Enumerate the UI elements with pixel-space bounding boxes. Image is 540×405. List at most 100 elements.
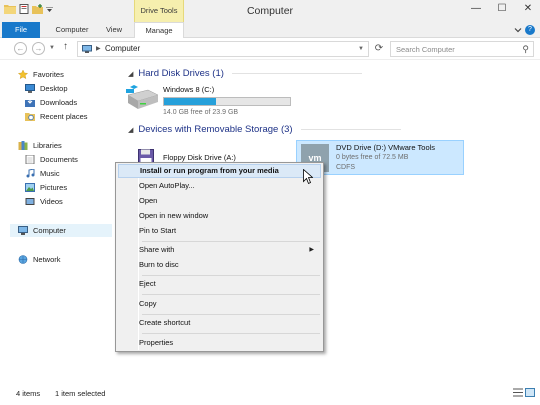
sidebar-item-documents[interactable]: Documents (25, 153, 78, 166)
drive-filesystem: CDFS (336, 164, 356, 171)
desktop-icon (25, 84, 35, 93)
navigation-bar: ← → ▼ ↑ ▶ Computer ▼ ⟳ Search Computer ⚲ (0, 38, 540, 60)
help-icon[interactable]: ? (525, 25, 535, 35)
expand-ribbon-icon[interactable] (514, 26, 522, 34)
sidebar-item-music[interactable]: Music (25, 167, 60, 180)
status-item-count: 4 items (16, 389, 41, 398)
group-header-hard-disk-drives[interactable]: ◢ Hard Disk Drives (1) (128, 68, 362, 79)
sidebar-item-pictures[interactable]: Pictures (25, 181, 67, 194)
address-bar[interactable]: ▶ Computer ▼ (77, 41, 369, 57)
menu-separator (142, 294, 320, 295)
group-title: Hard Disk Drives (1) (138, 68, 224, 79)
videos-icon (25, 197, 35, 206)
menu-item-install[interactable]: Install or run program from your media (118, 164, 321, 178)
back-button[interactable]: ← (14, 42, 27, 55)
window-controls: — ☐ ✕ (470, 3, 534, 14)
sidebar-item-libraries[interactable]: Libraries (18, 139, 62, 152)
downloads-icon (25, 98, 35, 107)
close-button[interactable]: ✕ (522, 3, 534, 14)
group-header-removable-storage[interactable]: ◢ Devices with Removable Storage (3) (128, 124, 401, 135)
customize-toolbar-icon[interactable] (46, 6, 53, 15)
drive-free-space: 14.0 GB free of 23.9 GB (163, 109, 239, 116)
sidebar-item-network[interactable]: Network (18, 253, 61, 266)
submenu-arrow-icon: ▶ (309, 247, 314, 253)
menu-item-open-new-window[interactable]: Open in new window (118, 209, 321, 223)
sidebar-item-computer[interactable]: Computer (10, 224, 112, 237)
sidebar-label: Music (40, 169, 60, 178)
drive-item-c[interactable]: Windows 8 (C:) 14.0 GB free of 23.9 GB (124, 81, 294, 119)
quick-access-toolbar (4, 4, 53, 16)
collapse-chevron-icon[interactable]: ◢ (128, 70, 133, 78)
star-icon (17, 69, 29, 79)
folder-icon[interactable] (4, 4, 16, 16)
details-view-icon[interactable] (513, 388, 523, 397)
libraries-icon (18, 141, 28, 150)
menu-item-open[interactable]: Open (118, 194, 321, 208)
menu-item-copy[interactable]: Copy (118, 297, 321, 311)
context-menu: Install or run program from your media O… (115, 162, 324, 352)
maximize-button[interactable]: ☐ (496, 3, 508, 14)
mouse-cursor-icon (303, 168, 314, 185)
sidebar-label: Libraries (33, 141, 62, 150)
drive-usage-bar (163, 97, 291, 106)
group-divider (231, 73, 362, 74)
drive-free-space: 0 bytes free of 72.5 MB (336, 154, 409, 161)
status-bar: 4 items 1 item selected (0, 380, 540, 405)
status-selection: 1 item selected (55, 389, 106, 398)
sidebar-item-downloads[interactable]: Downloads (25, 96, 77, 109)
menu-item-open-autoplay[interactable]: Open AutoPlay... (118, 179, 321, 193)
tab-view[interactable]: View (100, 22, 128, 38)
search-input[interactable]: Search Computer ⚲ (390, 41, 534, 57)
sidebar-label: Downloads (40, 98, 78, 107)
breadcrumb-separator-icon[interactable]: ▶ (96, 45, 101, 52)
properties-icon[interactable] (19, 4, 29, 16)
sidebar-item-favorites[interactable]: Favorites (17, 68, 64, 81)
menu-item-properties[interactable]: Properties (118, 336, 321, 350)
tab-computer[interactable]: Computer (52, 22, 92, 38)
menu-item-burn-to-disc[interactable]: Burn to disc (118, 258, 321, 272)
recent-places-icon (25, 112, 35, 121)
documents-icon (25, 154, 35, 165)
sidebar-label: Documents (40, 155, 78, 164)
sidebar-label: Recent places (40, 112, 88, 121)
search-icon: ⚲ (522, 44, 529, 54)
group-divider (300, 129, 401, 130)
menu-separator (142, 275, 320, 276)
music-icon (25, 168, 35, 178)
menu-item-create-shortcut[interactable]: Create shortcut (118, 316, 321, 330)
computer-icon (18, 226, 28, 235)
network-icon (18, 255, 28, 264)
forward-button[interactable]: → (32, 42, 45, 55)
address-history-icon[interactable]: ▼ (358, 46, 364, 52)
recent-locations-icon[interactable]: ▼ (49, 45, 55, 51)
menu-item-label: Share with (139, 245, 175, 254)
search-placeholder: Search Computer (396, 45, 455, 54)
new-folder-icon[interactable] (32, 4, 43, 16)
menu-item-pin-to-start[interactable]: Pin to Start (118, 224, 321, 238)
menu-separator (142, 333, 320, 334)
minimize-button[interactable]: — (470, 3, 482, 14)
tab-file[interactable]: File (2, 22, 40, 38)
computer-icon (82, 45, 92, 53)
sidebar-label: Videos (40, 197, 63, 206)
ribbon-tab-bar: File Computer View Manage ? (0, 22, 540, 39)
menu-item-eject[interactable]: Eject (118, 277, 321, 291)
sidebar-item-videos[interactable]: Videos (25, 195, 63, 208)
drive-name: Floppy Disk Drive (A:) (163, 153, 236, 162)
large-icons-view-icon[interactable] (525, 388, 535, 397)
up-button[interactable]: ↑ (63, 41, 68, 52)
drive-name: Windows 8 (C:) (163, 85, 215, 94)
hard-drive-icon (126, 85, 159, 111)
sidebar-item-recent-places[interactable]: Recent places (25, 110, 88, 123)
menu-separator (142, 241, 320, 242)
collapse-chevron-icon[interactable]: ◢ (128, 126, 133, 134)
sidebar-label: Favorites (33, 70, 64, 79)
tab-manage[interactable]: Manage (134, 22, 184, 39)
refresh-button[interactable]: ⟳ (372, 41, 386, 57)
group-title: Devices with Removable Storage (3) (138, 124, 293, 135)
sidebar-label: Network (33, 255, 61, 264)
menu-item-share-with[interactable]: Share with ▶ (118, 243, 321, 257)
breadcrumb-computer[interactable]: Computer (105, 44, 140, 53)
sidebar-item-desktop[interactable]: Desktop (25, 82, 68, 95)
drive-tools-contextual-tab: Drive Tools (134, 0, 184, 22)
